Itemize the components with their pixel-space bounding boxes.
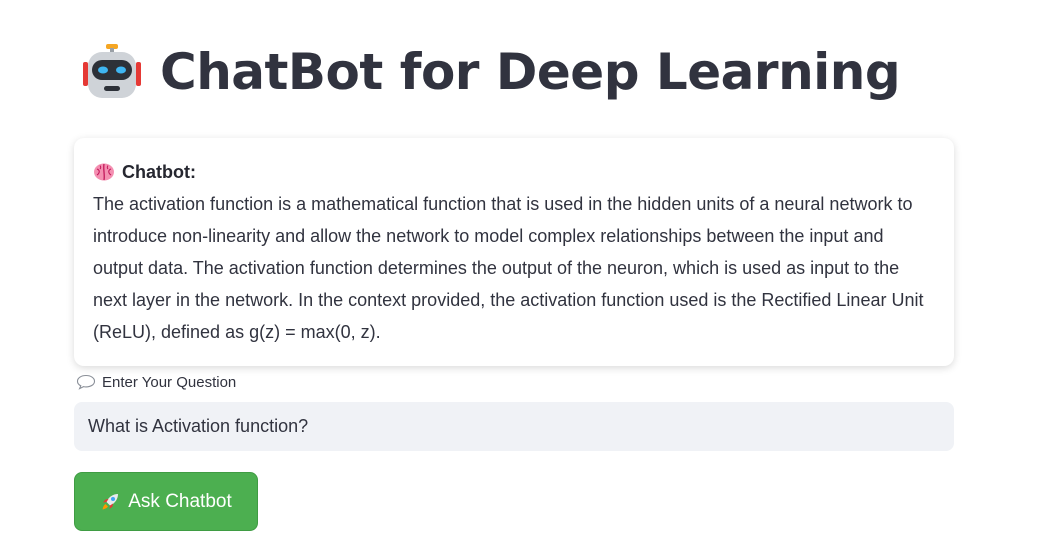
chatbot-answer-header: Chatbot:	[93, 160, 934, 184]
robot-icon	[83, 44, 141, 98]
question-label-row: Enter Your Question	[76, 372, 236, 392]
chatbot-answer-text: The activation function is a mathematica…	[93, 194, 924, 342]
rocket-icon	[102, 493, 119, 509]
ask-chatbot-button[interactable]: Ask Chatbot	[74, 472, 258, 531]
chatbot-label: Chatbot:	[122, 161, 196, 182]
page-header: ChatBot for Deep Learning	[80, 40, 901, 104]
speech-bubble-icon	[76, 374, 96, 390]
ask-chatbot-button-label: Ask Chatbot	[128, 490, 232, 512]
question-input[interactable]	[74, 402, 954, 451]
app-page: ChatBot for Deep Learning Chatbot: The a…	[0, 0, 1044, 550]
question-label: Enter Your Question	[102, 373, 237, 391]
brain-icon	[94, 163, 114, 181]
chatbot-answer-card: Chatbot: The activation function is a ma…	[74, 138, 954, 366]
page-title: ChatBot for Deep Learning	[160, 43, 901, 101]
